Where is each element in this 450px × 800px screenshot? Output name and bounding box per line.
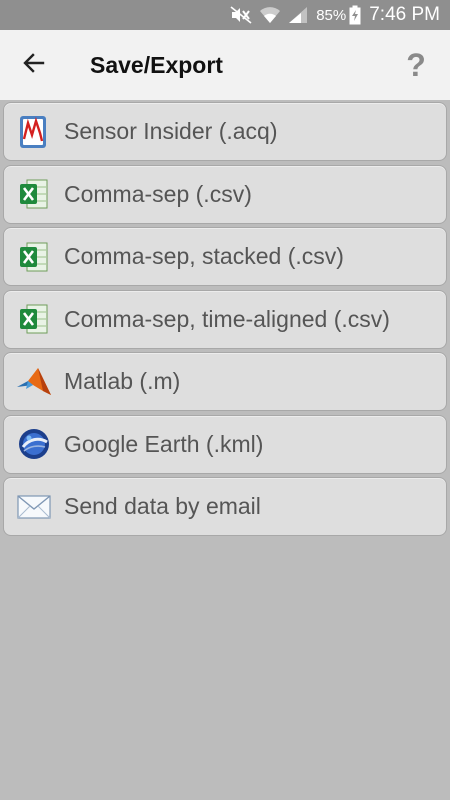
export-option-label: Google Earth (.kml)	[64, 430, 264, 457]
battery-percent: 85%	[316, 6, 347, 24]
export-option-label: Send data by email	[64, 493, 261, 519]
status-bar: 85% 7:46 PM	[0, 0, 450, 30]
envelope-icon	[16, 489, 52, 525]
export-option-google-earth[interactable]: Google Earth (.kml)	[3, 414, 447, 474]
export-options-list: Sensor Insider (.acq) Comma-sep (.csv) C…	[3, 102, 447, 540]
google-earth-icon	[16, 426, 52, 462]
export-option-label: Sensor Insider (.acq)	[64, 118, 278, 144]
status-time: 7:46 PM	[369, 4, 440, 25]
battery-icon	[349, 5, 361, 25]
export-option-sensor-insider[interactable]: Sensor Insider (.acq)	[3, 102, 447, 161]
export-option-label: Comma-sep, time-aligned (.csv)	[64, 305, 390, 332]
export-option-csv-stacked[interactable]: Comma-sep, stacked (.csv)	[3, 227, 447, 286]
export-option-email[interactable]: Send data by email	[3, 477, 447, 536]
export-option-label: Matlab (.m)	[64, 368, 181, 394]
export-option-csv-time-aligned[interactable]: Comma-sep, time-aligned (.csv)	[3, 289, 447, 349]
export-option-label: Comma-sep (.csv)	[64, 180, 252, 207]
action-bar: Save/Export ?	[0, 30, 450, 100]
wifi-icon	[259, 6, 281, 24]
spreadsheet-icon	[16, 239, 52, 275]
matlab-icon	[16, 364, 52, 400]
help-button[interactable]: ?	[396, 44, 436, 86]
arrow-left-icon	[22, 51, 46, 79]
sensor-insider-icon	[16, 114, 52, 150]
export-option-csv[interactable]: Comma-sep (.csv)	[3, 164, 447, 224]
spreadsheet-icon	[16, 301, 52, 337]
export-option-matlab[interactable]: Matlab (.m)	[3, 352, 447, 411]
back-button[interactable]	[14, 45, 54, 85]
mute-icon	[230, 6, 252, 24]
signal-icon	[288, 6, 308, 24]
export-option-label: Comma-sep, stacked (.csv)	[64, 243, 344, 269]
spreadsheet-icon	[16, 176, 52, 212]
page-title: Save/Export	[90, 52, 223, 78]
